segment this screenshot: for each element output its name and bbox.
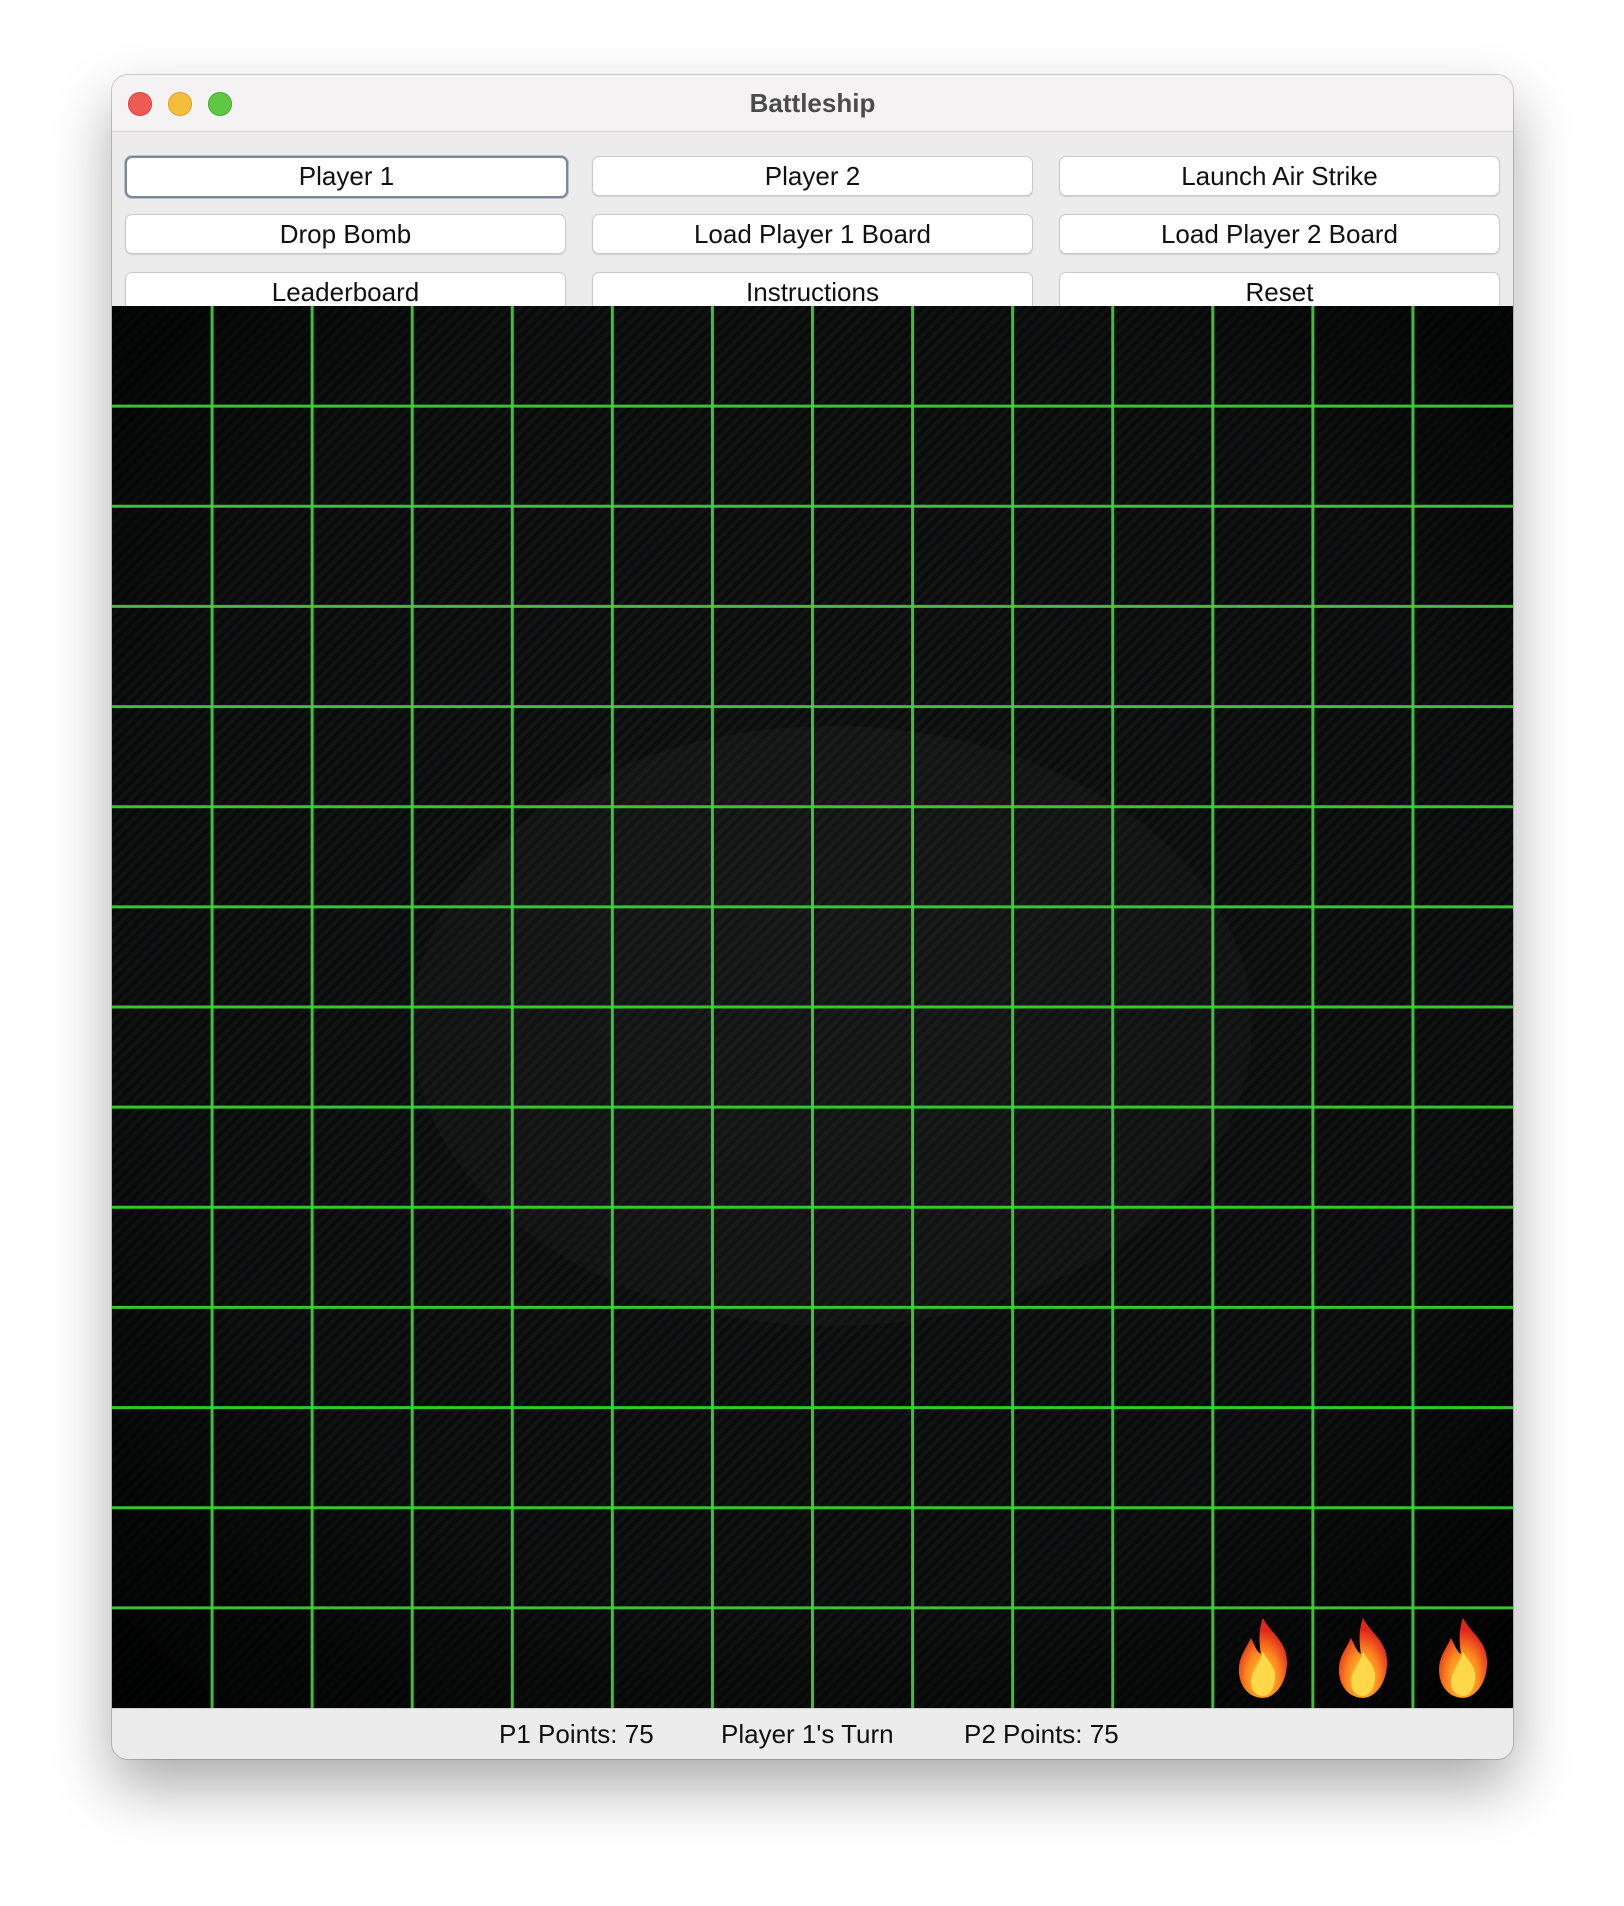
- game-board[interactable]: [112, 306, 1513, 1708]
- window-title: Battleship: [749, 88, 876, 118]
- load-player-1-board-button[interactable]: Load Player 1 Board: [592, 214, 1033, 254]
- p2-points-label: P2 Points: 75: [964, 1719, 1119, 1749]
- button-panel: Player 1 Player 2 Launch Air Strike Drop…: [112, 132, 1513, 312]
- launch-air-strike-button[interactable]: Launch Air Strike: [1059, 156, 1500, 196]
- battleship-window: Battleship Player 1 Player 2 Launch Air …: [112, 75, 1513, 1759]
- board-grid[interactable]: [112, 306, 1513, 1708]
- player-2-button[interactable]: Player 2: [592, 156, 1033, 196]
- player-1-button[interactable]: Player 1: [125, 156, 568, 198]
- load-player-2-board-button[interactable]: Load Player 2 Board: [1059, 214, 1500, 254]
- p1-points-label: P1 Points: 75: [499, 1719, 654, 1749]
- turn-label: Player 1's Turn: [721, 1719, 894, 1749]
- title-bar: Battleship: [112, 75, 1513, 132]
- status-bar: P1 Points: 75 Player 1's Turn P2 Points:…: [112, 1708, 1513, 1759]
- drop-bomb-button[interactable]: Drop Bomb: [125, 214, 566, 254]
